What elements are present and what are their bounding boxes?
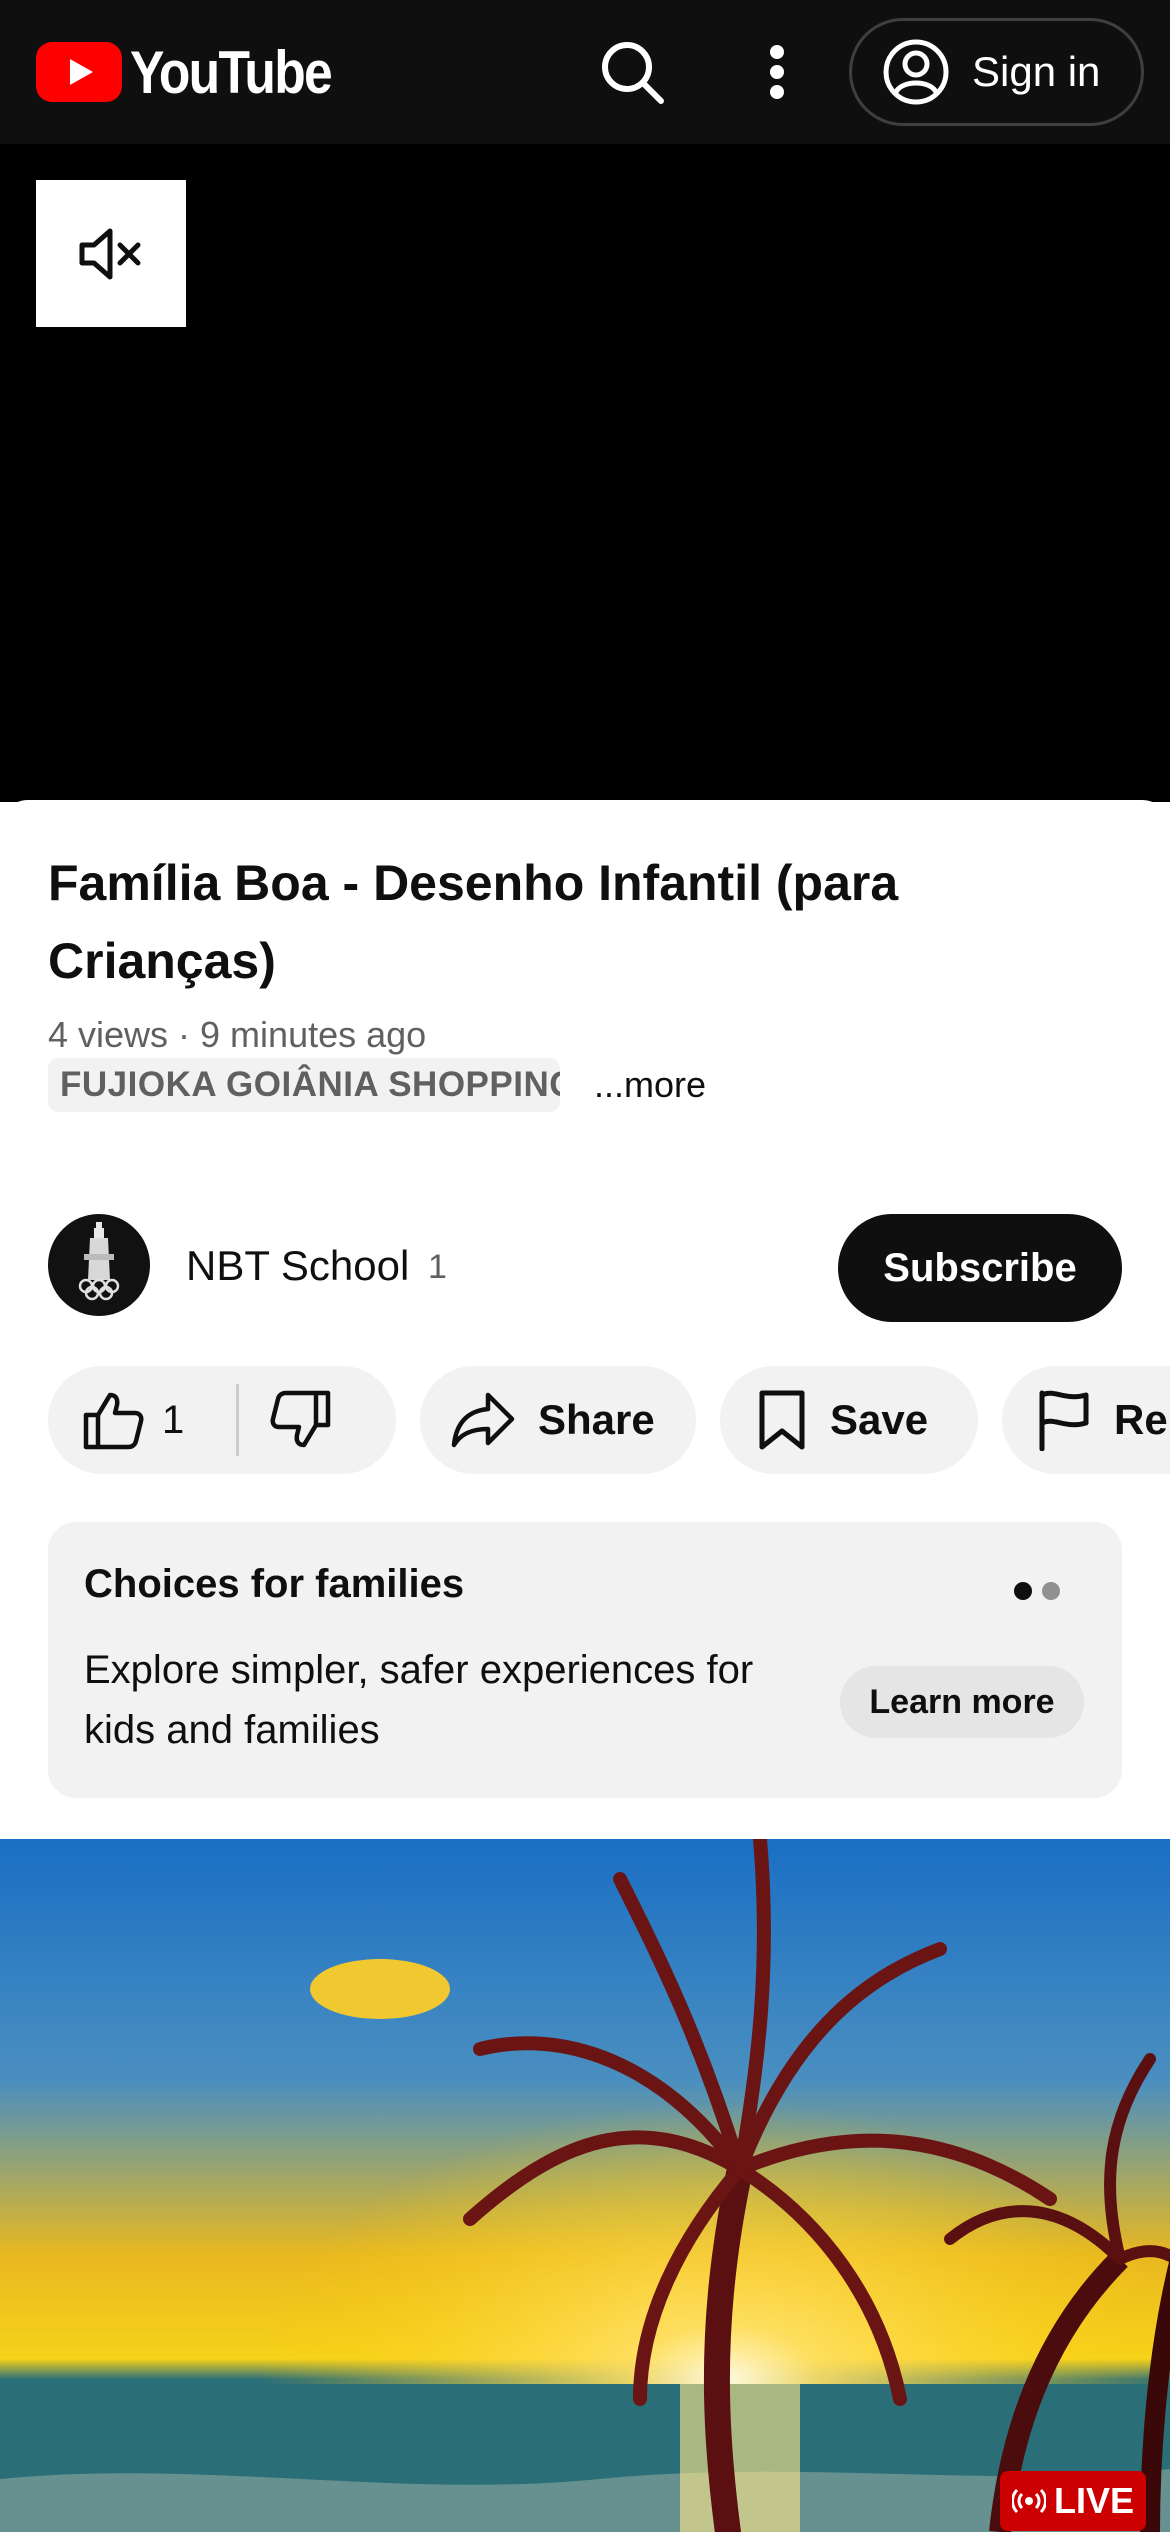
video-player[interactable] [0,144,1170,802]
account-circle-icon [883,39,949,105]
choices-for-families-card: Choices for families Explore simpler, sa… [48,1522,1122,1798]
card-body: Explore simpler, safer experiences for k… [84,1648,754,1752]
next-video-thumbnail[interactable] [0,1839,1170,2532]
youtube-play-icon [36,42,122,102]
bookmark-icon [759,1390,805,1450]
volume-off-icon [79,228,141,279]
dislike-button[interactable] [270,1366,366,1474]
carousel-dot-active [1014,1582,1032,1600]
save-label: Save [830,1396,929,1443]
broadcast-icon [1011,2488,1046,2514]
card-title: Choices for families [84,1562,465,1606]
sign-in-label: Sign in [972,48,1101,95]
report-button[interactable]: Re [1002,1366,1170,1474]
save-button[interactable]: Save [720,1366,978,1474]
youtube-logo[interactable]: YouTube [36,39,364,106]
logo-wordmark: YouTube [130,38,333,106]
sign-in-button[interactable]: Sign in [849,18,1144,126]
channel-avatar[interactable] [48,1214,150,1316]
channel-row: NBT School 1 Subscribe [48,1214,1122,1322]
more-vert-icon [770,45,784,99]
live-badge: LIVE [1000,2471,1146,2531]
share-button[interactable]: Share [420,1366,696,1474]
video-title[interactable]: Família Boa - Desenho Infantil (para Cri… [48,844,1088,1000]
thumb-down-icon [270,1390,331,1448]
like-divider [236,1384,239,1456]
page: YouTube Sign in Família Boa - Desenho In… [0,0,1170,2532]
like-dislike-group: 1 [48,1366,396,1474]
search-icon [602,42,664,104]
thumb-up-icon [83,1392,144,1450]
subscribe-button[interactable]: Subscribe [838,1214,1122,1322]
subscriber-count: 1 [428,1248,447,1286]
like-button[interactable]: 1 [48,1366,184,1474]
olympic-tower-logo-icon [78,1222,120,1301]
tropical-sunset-image [0,1839,1170,2532]
more-options-button[interactable] [737,32,817,112]
unmute-button[interactable] [36,180,186,327]
description-preview[interactable]: FUJIOKA GOIÂNIA SHOPPING ...more [48,1058,706,1112]
video-metadata: 4 views · 9 minutes ago [48,1014,427,1055]
action-bar: 1 Share Save Re [48,1366,1170,1474]
share-icon [451,1392,515,1448]
learn-more-button[interactable]: Learn more [840,1666,1084,1738]
carousel-indicator [1014,1582,1070,1600]
channel-name[interactable]: NBT School [186,1242,409,1290]
top-app-bar: YouTube Sign in [0,0,1170,144]
report-label: Re [1114,1396,1168,1443]
live-label: LIVE [1053,2480,1134,2521]
like-count: 1 [162,1397,185,1442]
more-description-link[interactable]: ...more [594,1064,706,1106]
carousel-dot [1042,1582,1060,1600]
location-chip[interactable]: FUJIOKA GOIÂNIA SHOPPING [48,1058,560,1112]
flag-icon [1039,1390,1089,1451]
share-label: Share [538,1396,655,1443]
video-details-sheet: Família Boa - Desenho Infantil (para Cri… [0,800,1170,1840]
search-button[interactable] [592,32,672,112]
